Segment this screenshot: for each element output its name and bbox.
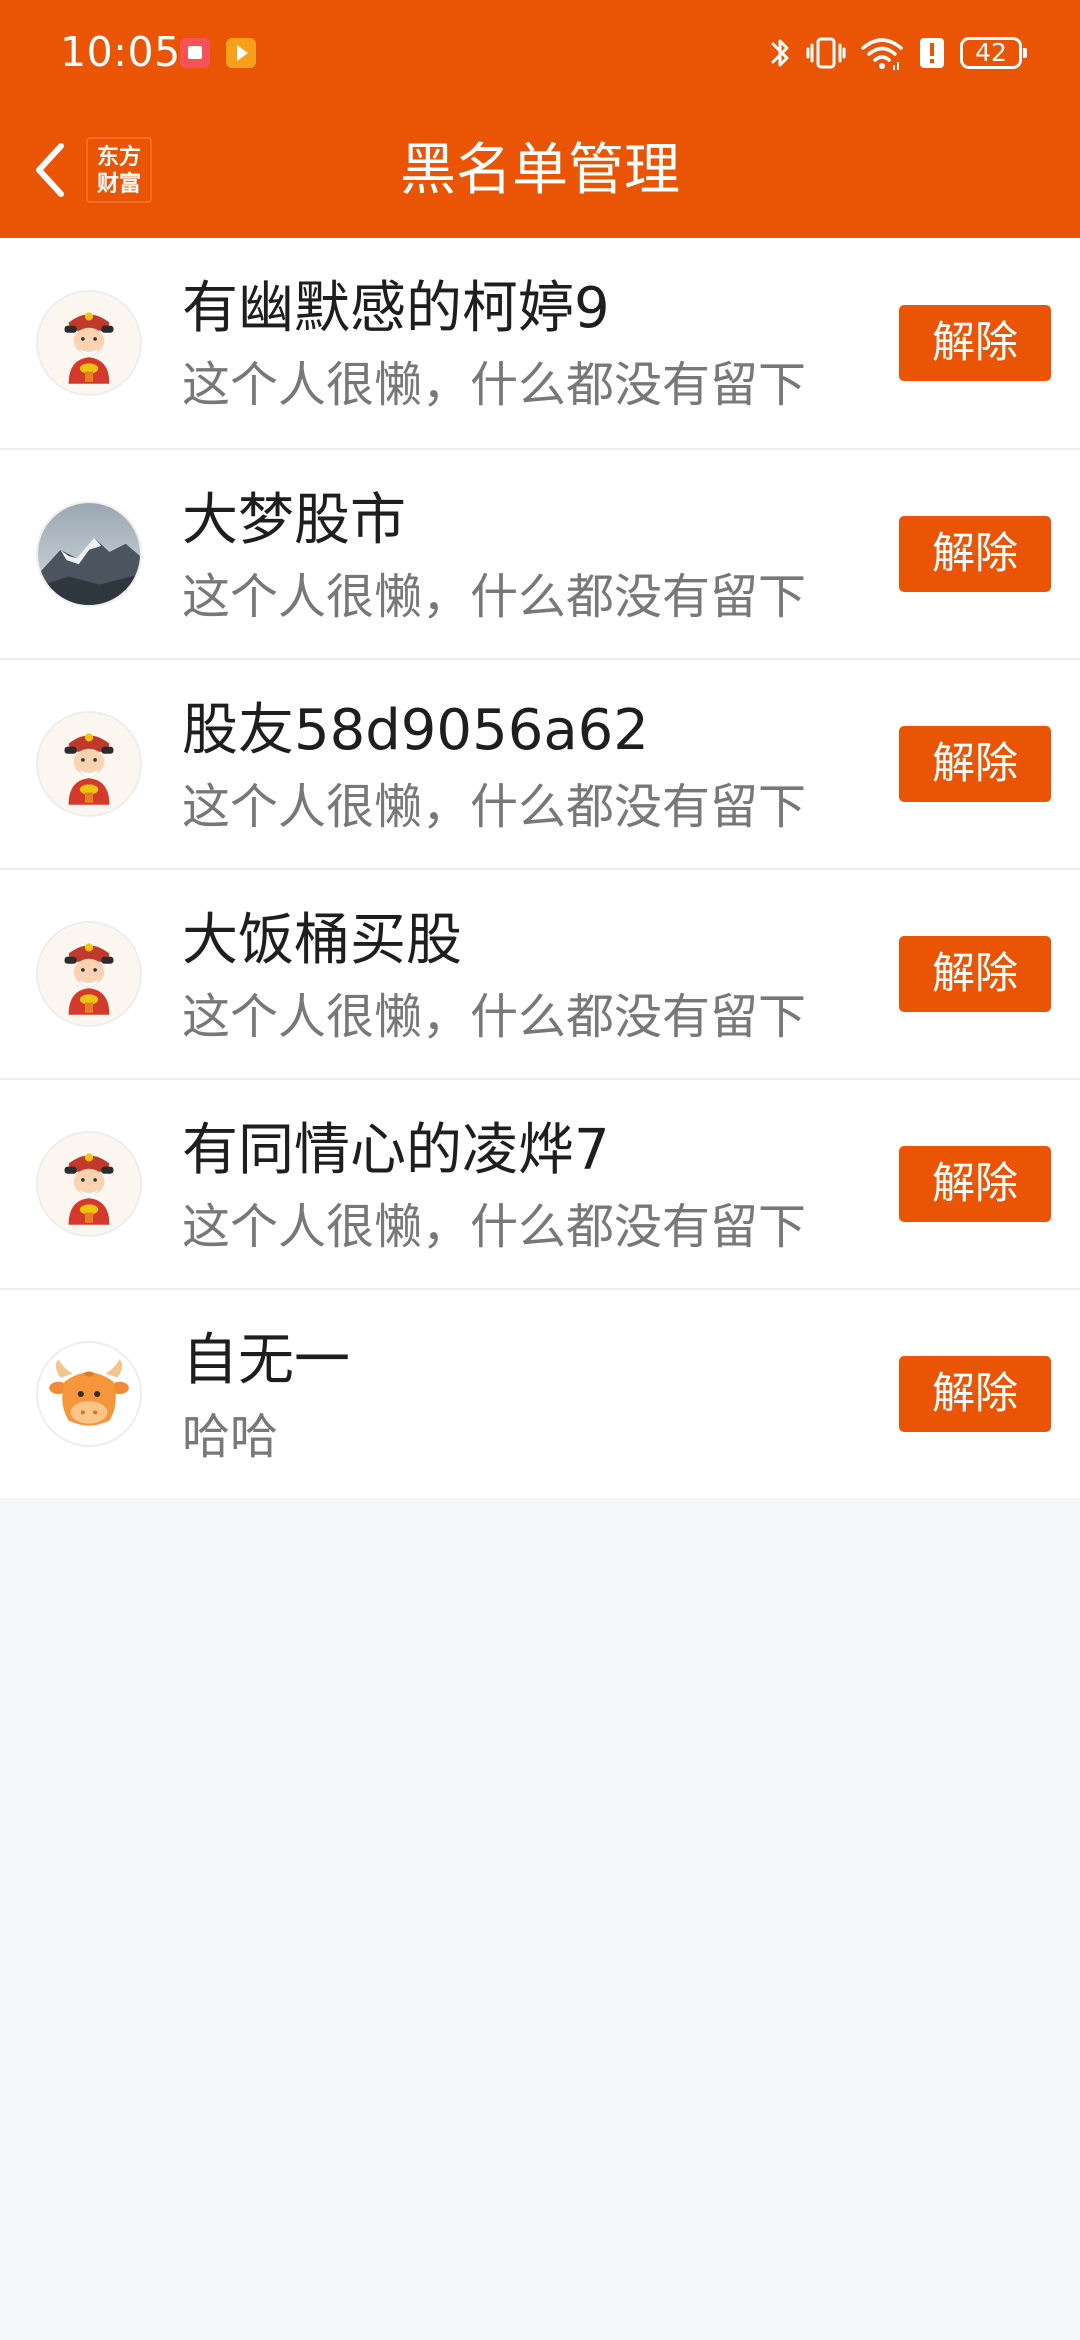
user-name: 股友58d9056a62 [182,698,649,763]
bookshelf-app-icon [180,38,210,68]
user-name: 自无一 [182,1328,350,1393]
user-name: 大梦股市 [182,488,406,553]
blacklist-item: 股友58d9056a62 这个人很懒，什么都没有留下 解除 [0,658,1080,868]
god-of-wealth-avatar[interactable] [36,711,142,817]
app-logo: 东方 财富 [86,137,152,203]
logo-line-2: 财富 [96,171,141,197]
unblock-button[interactable]: 解除 [899,1146,1051,1222]
bluetooth-icon [771,39,789,67]
status-bar: 10:05 42 [0,0,1080,105]
blacklist: 有幽默感的柯婷9 这个人很懒，什么都没有留下 解除 大梦股市 这个人很懒，什么都… [0,238,1080,1498]
user-name: 大饭桶买股 [182,908,462,973]
bull-avatar[interactable] [36,1341,142,1447]
back-button[interactable] [14,130,84,210]
vibrate-icon [806,37,846,69]
status-time: 10:05 [60,28,181,76]
wifi-icon [861,38,903,70]
blacklist-item: 自无一 哈哈 解除 [0,1288,1080,1498]
blacklist-item: 有幽默感的柯婷9 这个人很懒，什么都没有留下 解除 [0,238,1080,448]
battery-icon: 42 [960,37,1027,69]
user-description: 这个人很懒，什么都没有留下 [182,1199,807,1255]
god-of-wealth-avatar[interactable] [36,921,142,1027]
user-description: 这个人很懒，什么都没有留下 [182,357,807,413]
unblock-button[interactable]: 解除 [899,305,1051,381]
user-description: 这个人很懒，什么都没有留下 [182,989,807,1045]
user-name: 有幽默感的柯婷9 [182,276,610,341]
logo-line-1: 东方 [96,144,141,170]
god-of-wealth-avatar[interactable] [36,290,142,396]
god-of-wealth-avatar[interactable] [36,1131,142,1237]
page-title: 黑名单管理 [400,138,680,203]
blacklist-item: 大饭桶买股 这个人很懒，什么都没有留下 解除 [0,868,1080,1078]
user-description: 哈哈 [182,1409,279,1465]
unblock-button[interactable]: 解除 [899,936,1051,1012]
mountain-photo-avatar[interactable] [36,501,142,607]
user-description: 这个人很懒，什么都没有留下 [182,779,807,835]
user-description: 这个人很懒，什么都没有留下 [182,569,807,625]
chevron-left-icon [36,143,64,197]
unblock-button[interactable]: 解除 [899,1356,1051,1432]
blacklist-item: 大梦股市 这个人很懒，什么都没有留下 解除 [0,448,1080,658]
user-name: 有同情心的凌烨7 [182,1118,610,1183]
blacklist-item: 有同情心的凌烨7 这个人很懒，什么都没有留下 解除 [0,1078,1080,1288]
video-app-icon [226,38,256,68]
unblock-button[interactable]: 解除 [899,726,1051,802]
alert-icon [920,38,944,68]
unblock-button[interactable]: 解除 [899,516,1051,592]
app-header: 10:05 42 东方 财富 黑名单管理 [0,0,1080,238]
status-indicators: 42 [770,28,1027,78]
